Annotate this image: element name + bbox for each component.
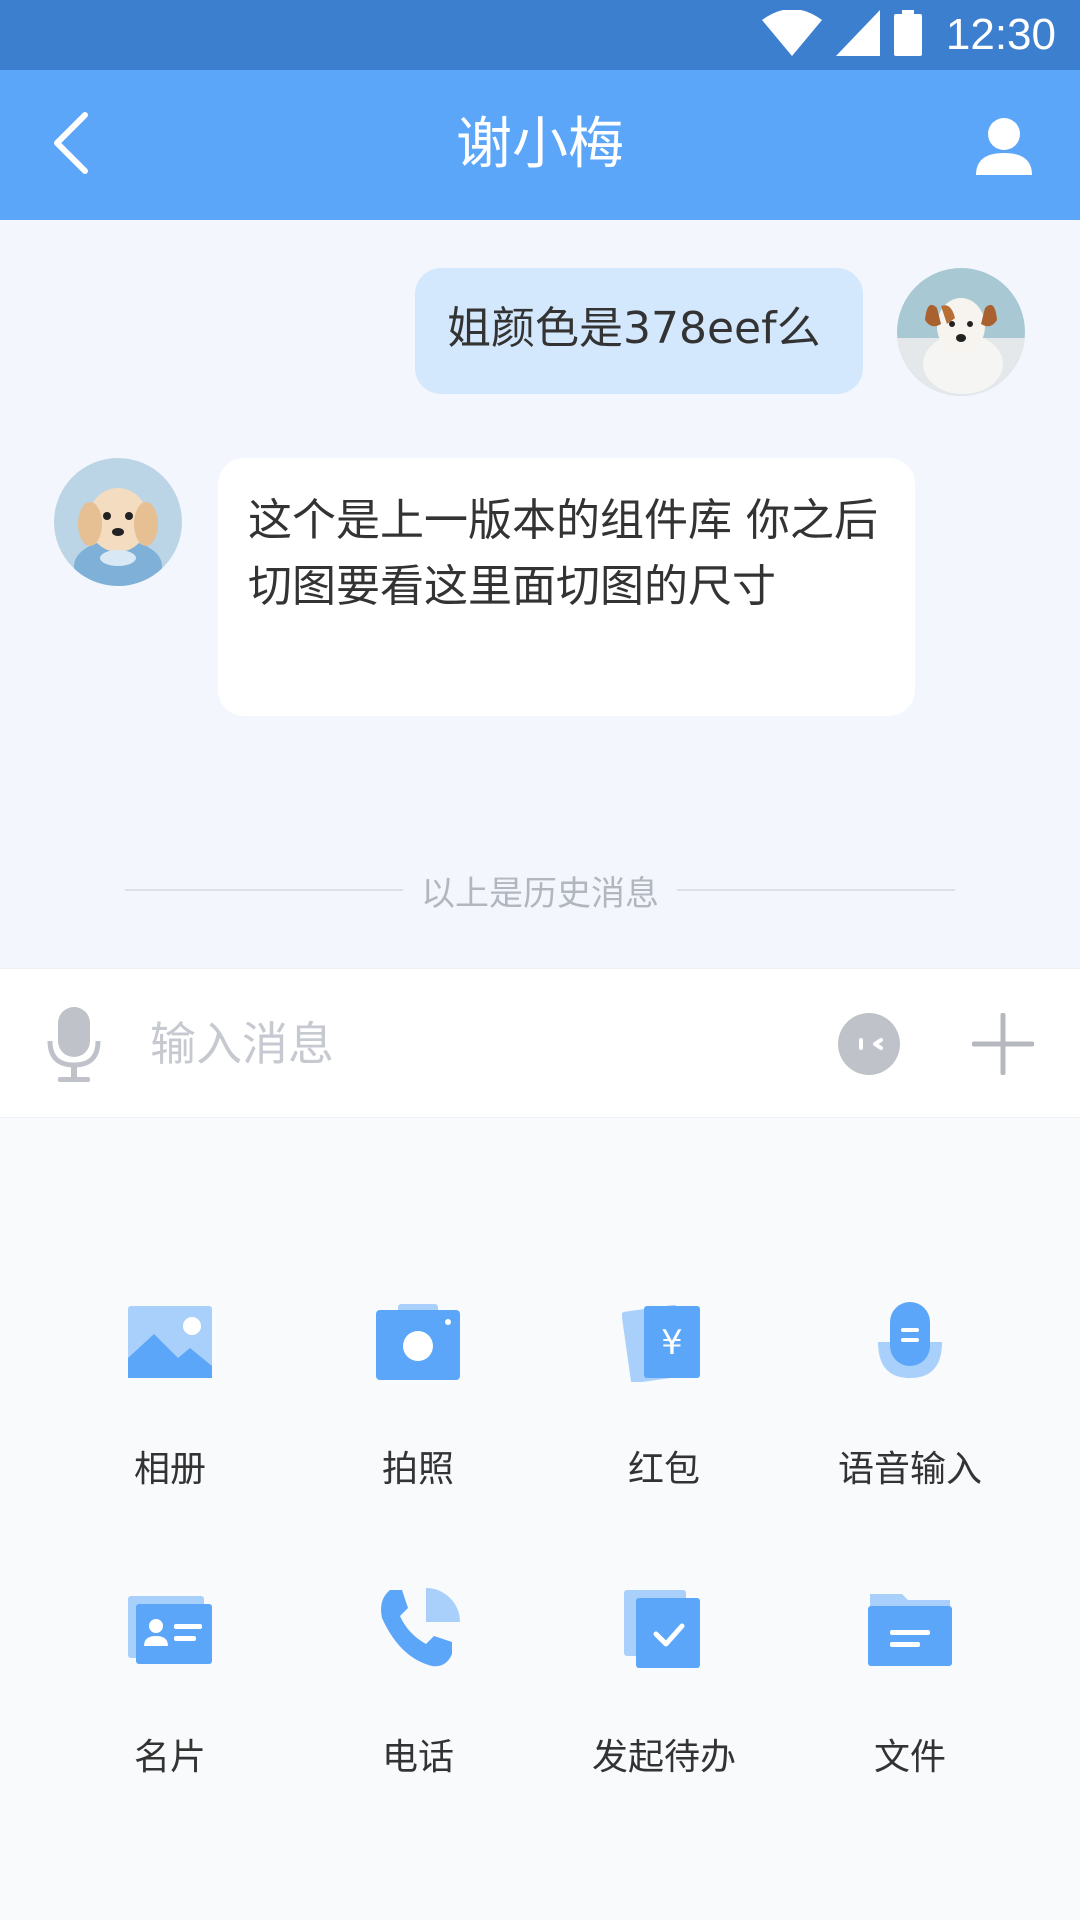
wifi-icon — [761, 9, 822, 60]
action-business-card[interactable]: 名片 — [50, 1580, 290, 1800]
message-bubble-outgoing[interactable]: 姐颜色是378eef么 — [415, 268, 863, 394]
avatar-contact[interactable] — [54, 458, 182, 586]
action-label: 文件 — [873, 1737, 946, 1778]
phone-icon — [368, 1580, 468, 1680]
todo-icon — [614, 1580, 714, 1680]
action-red-envelope[interactable]: ¥ 红包 — [544, 1292, 784, 1512]
chat-area: 姐颜色是378eef么 这个是上一版本的组件库 你之后切图要看这里面切图的尺寸 … — [0, 220, 1080, 968]
action-label: 相册 — [133, 1449, 206, 1490]
status-time: 12:30 — [945, 10, 1056, 59]
avatar-self[interactable] — [897, 268, 1025, 396]
history-divider: 以上是历史消息 — [125, 868, 955, 914]
message-bubble-incoming[interactable]: 这个是上一版本的组件库 你之后切图要看这里面切图的尺寸 — [218, 458, 915, 716]
action-todo[interactable]: 发起待办 — [544, 1580, 784, 1800]
message-input[interactable] — [150, 999, 790, 1089]
svg-text:¥: ¥ — [661, 1323, 683, 1363]
file-icon — [860, 1580, 960, 1680]
user-icon — [975, 117, 1033, 179]
action-label: 拍照 — [381, 1449, 454, 1490]
voice-input-icon — [860, 1292, 960, 1392]
more-button[interactable] — [971, 1012, 1035, 1076]
action-voice-input[interactable]: 语音输入 — [790, 1292, 1030, 1512]
action-label: 名片 — [133, 1737, 206, 1778]
microphone-icon — [44, 1007, 104, 1087]
action-panel: 相册 拍照 ¥ 红包 语音输入 名片 电话 发起待办 文件 — [0, 1118, 1080, 1920]
nav-bar: 谢小梅 — [0, 70, 1080, 220]
album-icon — [120, 1292, 220, 1392]
action-label: 红包 — [627, 1449, 700, 1490]
action-album[interactable]: 相册 — [50, 1292, 290, 1512]
history-divider-text: 以上是历史消息 — [421, 873, 659, 914]
business-card-icon — [120, 1580, 220, 1680]
emoji-icon — [837, 1013, 901, 1080]
profile-button[interactable] — [968, 112, 1040, 184]
status-icons: 12:30 — [761, 0, 1056, 70]
input-bar — [0, 968, 1080, 1118]
action-file[interactable]: 文件 — [790, 1580, 1030, 1800]
camera-icon — [368, 1292, 468, 1392]
action-label: 语音输入 — [837, 1449, 982, 1490]
page-title: 谢小梅 — [456, 112, 624, 177]
signal-icon — [835, 10, 880, 60]
plus-icon — [971, 1012, 1035, 1079]
action-phone[interactable]: 电话 — [298, 1580, 538, 1800]
action-label: 发起待办 — [591, 1737, 736, 1778]
chevron-left-icon — [51, 111, 91, 179]
battery-icon — [893, 10, 922, 60]
action-camera[interactable]: 拍照 — [298, 1292, 538, 1512]
status-bar: 12:30 — [0, 0, 1080, 70]
divider-line — [677, 889, 955, 891]
back-button[interactable] — [36, 110, 106, 180]
red-envelope-icon: ¥ — [614, 1292, 714, 1392]
emoji-button[interactable] — [837, 1012, 901, 1076]
divider-line — [125, 889, 403, 891]
voice-button[interactable] — [44, 1007, 104, 1083]
action-label: 电话 — [381, 1737, 454, 1778]
